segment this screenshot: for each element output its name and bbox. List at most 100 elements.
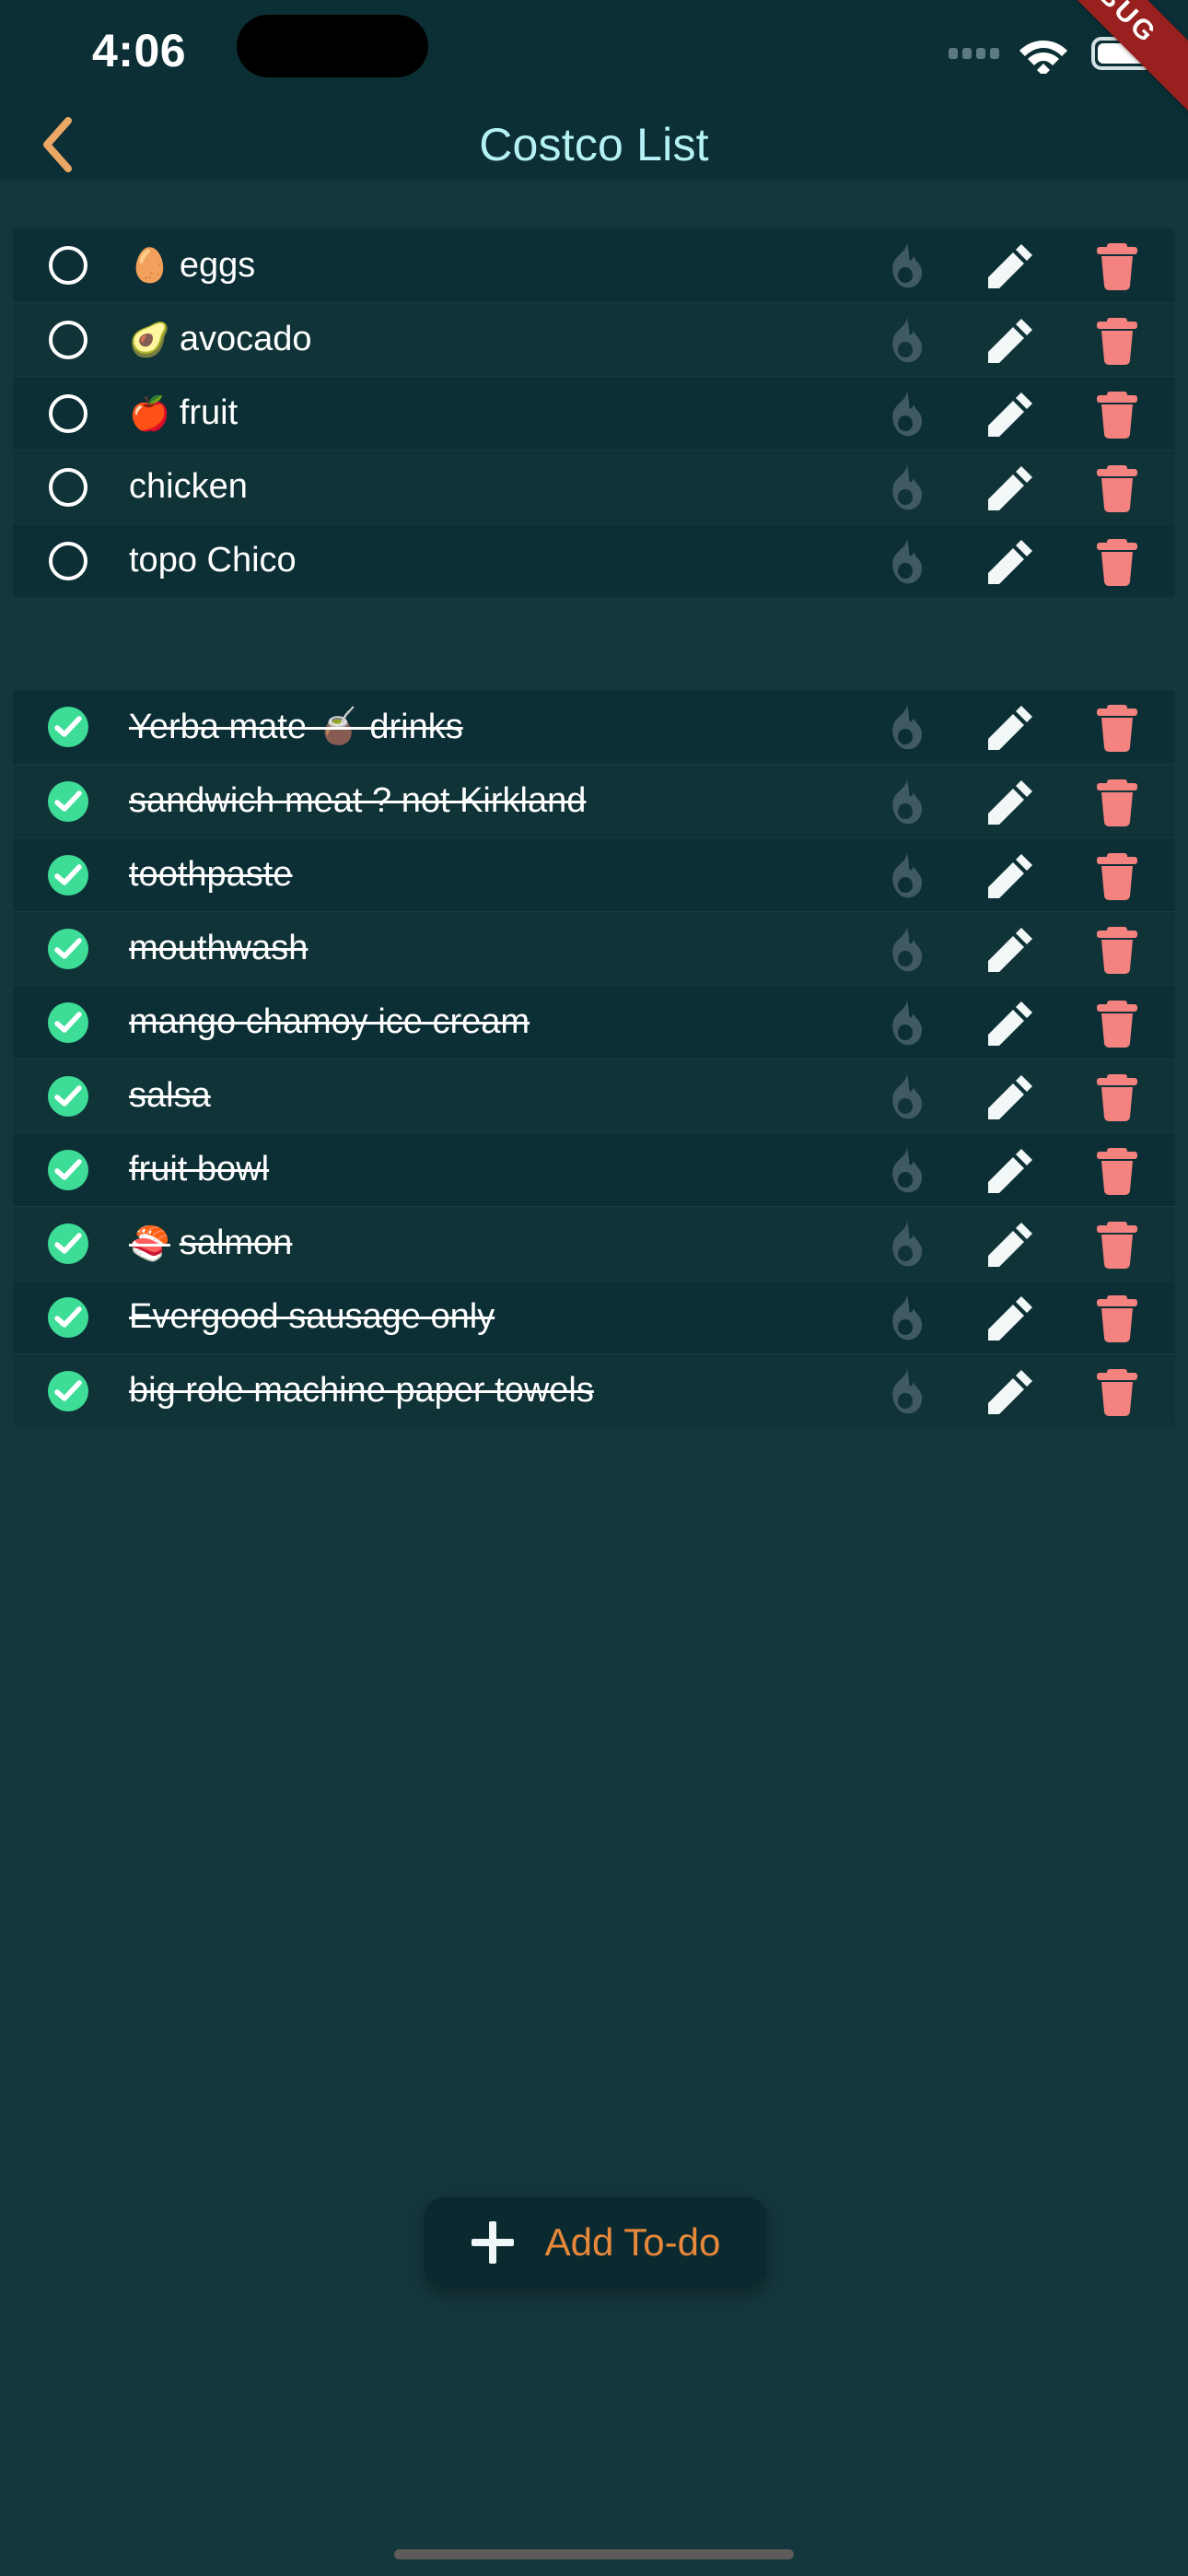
- burn-button[interactable]: [873, 843, 938, 907]
- trash-icon: [1097, 1294, 1137, 1342]
- delete-button[interactable]: [1085, 1359, 1149, 1423]
- delete-button[interactable]: [1085, 769, 1149, 834]
- todo-row[interactable]: salsa: [13, 1059, 1175, 1132]
- todo-row[interactable]: toothpaste: [13, 837, 1175, 911]
- delete-button[interactable]: [1085, 233, 1149, 298]
- add-todo-button[interactable]: Add To-do: [425, 2197, 767, 2288]
- toggle-complete-button[interactable]: [48, 467, 88, 508]
- checkbox-checked[interactable]: [48, 1001, 88, 1043]
- todo-row[interactable]: Evergood sausage only: [13, 1280, 1175, 1353]
- edit-button[interactable]: [979, 695, 1043, 759]
- todo-row[interactable]: fruit bowl: [13, 1132, 1175, 1206]
- edit-button[interactable]: [979, 1359, 1043, 1423]
- edit-button[interactable]: [979, 843, 1043, 907]
- edit-button[interactable]: [979, 769, 1043, 834]
- edit-button[interactable]: [979, 233, 1043, 298]
- edit-button[interactable]: [979, 1212, 1043, 1276]
- todo-row[interactable]: 🍣 salmon: [13, 1206, 1175, 1280]
- toggle-complete-button[interactable]: [48, 541, 88, 581]
- toggle-complete-button[interactable]: [48, 245, 88, 286]
- checkbox-checked[interactable]: [48, 1370, 88, 1411]
- burn-button[interactable]: [873, 1212, 938, 1276]
- delete-button[interactable]: [1085, 1212, 1149, 1276]
- delete-button[interactable]: [1085, 843, 1149, 907]
- toggle-complete-button[interactable]: [48, 1075, 88, 1117]
- checkbox-checked[interactable]: [48, 1149, 88, 1190]
- todo-row[interactable]: Yerba mate 🧉 drinks: [13, 690, 1175, 764]
- todo-row[interactable]: 🥑 avocado: [13, 302, 1175, 376]
- todo-text: chicken: [129, 467, 248, 506]
- checkbox-checked[interactable]: [48, 1075, 88, 1117]
- burn-button[interactable]: [873, 1138, 938, 1202]
- toggle-complete-button[interactable]: [48, 707, 88, 747]
- checkbox-checked[interactable]: [48, 928, 88, 969]
- burn-button[interactable]: [873, 455, 938, 520]
- todo-row[interactable]: mouthwash: [13, 911, 1175, 985]
- checkbox-checked[interactable]: [48, 707, 88, 747]
- burn-button[interactable]: [873, 917, 938, 981]
- burn-button[interactable]: [873, 1359, 938, 1423]
- edit-button[interactable]: [979, 1138, 1043, 1202]
- burn-button[interactable]: [873, 381, 938, 446]
- pencil-icon: [988, 1001, 1032, 1046]
- todo-row[interactable]: topo Chico: [13, 523, 1175, 597]
- checkbox-unchecked[interactable]: [49, 246, 87, 285]
- checkbox-checked[interactable]: [48, 780, 88, 822]
- checkbox-unchecked[interactable]: [49, 467, 87, 507]
- todo-label-wrap: Evergood sausage only: [129, 1297, 873, 1337]
- checkbox-checked[interactable]: [48, 1223, 88, 1264]
- edit-button[interactable]: [979, 455, 1043, 520]
- checkbox-unchecked[interactable]: [49, 393, 87, 433]
- toggle-complete-button[interactable]: [48, 393, 88, 434]
- delete-button[interactable]: [1085, 381, 1149, 446]
- toggle-complete-button[interactable]: [48, 1296, 88, 1338]
- trash-icon: [1097, 1073, 1137, 1121]
- cellular-dots-icon: [949, 48, 999, 59]
- edit-button[interactable]: [979, 1285, 1043, 1350]
- toggle-complete-button[interactable]: [48, 854, 88, 896]
- burn-button[interactable]: [873, 1285, 938, 1350]
- edit-button[interactable]: [979, 1064, 1043, 1129]
- todo-row[interactable]: chicken: [13, 450, 1175, 523]
- delete-button[interactable]: [1085, 990, 1149, 1055]
- toggle-complete-button[interactable]: [48, 1001, 88, 1043]
- toggle-complete-button[interactable]: [48, 1149, 88, 1190]
- edit-button[interactable]: [979, 990, 1043, 1055]
- delete-button[interactable]: [1085, 1064, 1149, 1129]
- checkbox-checked[interactable]: [48, 854, 88, 896]
- burn-button[interactable]: [873, 990, 938, 1055]
- todo-row[interactable]: sandwich meat ? not Kirkland: [13, 764, 1175, 837]
- item-emoji: 🥑: [129, 320, 170, 358]
- delete-button[interactable]: [1085, 695, 1149, 759]
- delete-button[interactable]: [1085, 1285, 1149, 1350]
- todo-row[interactable]: 🥚 eggs: [13, 228, 1175, 302]
- checkbox-checked[interactable]: [48, 1296, 88, 1338]
- delete-button[interactable]: [1085, 308, 1149, 372]
- checkbox-unchecked[interactable]: [49, 541, 87, 580]
- delete-button[interactable]: [1085, 917, 1149, 981]
- toggle-complete-button[interactable]: [48, 1223, 88, 1264]
- todo-row[interactable]: mango chamoy ice cream: [13, 985, 1175, 1059]
- burn-button[interactable]: [873, 695, 938, 759]
- edit-button[interactable]: [979, 381, 1043, 446]
- toggle-complete-button[interactable]: [48, 780, 88, 822]
- toggle-complete-button[interactable]: [48, 928, 88, 969]
- edit-button[interactable]: [979, 917, 1043, 981]
- todo-row[interactable]: big role machine paper towels: [13, 1353, 1175, 1427]
- delete-button[interactable]: [1085, 529, 1149, 593]
- burn-button[interactable]: [873, 1064, 938, 1129]
- todo-label-wrap: 🥚 eggs: [129, 246, 873, 286]
- pencil-icon: [988, 927, 1032, 972]
- delete-button[interactable]: [1085, 455, 1149, 520]
- burn-button[interactable]: [873, 769, 938, 834]
- burn-button[interactable]: [873, 233, 938, 298]
- toggle-complete-button[interactable]: [48, 320, 88, 360]
- edit-button[interactable]: [979, 308, 1043, 372]
- edit-button[interactable]: [979, 529, 1043, 593]
- toggle-complete-button[interactable]: [48, 1370, 88, 1411]
- delete-button[interactable]: [1085, 1138, 1149, 1202]
- burn-button[interactable]: [873, 308, 938, 372]
- checkbox-unchecked[interactable]: [49, 320, 87, 359]
- burn-button[interactable]: [873, 529, 938, 593]
- todo-row[interactable]: 🍎 fruit: [13, 376, 1175, 450]
